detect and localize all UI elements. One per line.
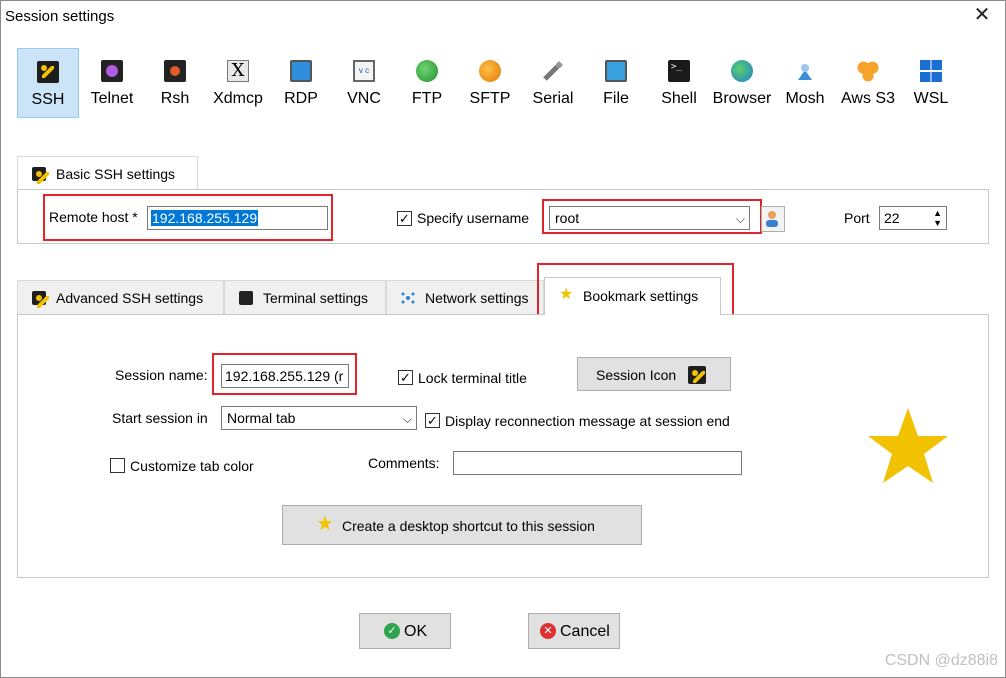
- star-icon: [868, 408, 948, 483]
- tab-terminal[interactable]: Terminal settings: [224, 280, 386, 314]
- lock-title-label: Lock terminal title: [418, 370, 527, 386]
- wsl-icon: [920, 60, 942, 82]
- protocol-ssh[interactable]: SSH: [17, 48, 79, 118]
- port-value: 22: [884, 210, 900, 226]
- protocol-telnet[interactable]: Telnet: [81, 48, 143, 118]
- user-manager-button[interactable]: [761, 206, 785, 232]
- protocol-shell[interactable]: >_ Shell: [648, 48, 710, 118]
- user-icon: [766, 211, 778, 227]
- start-session-label: Start session in: [112, 410, 208, 426]
- specify-username-label: Specify username: [417, 210, 530, 226]
- protocol-aws-s3[interactable]: Aws S3: [837, 48, 899, 118]
- protocol-mosh[interactable]: Mosh: [774, 48, 836, 118]
- browser-icon: [731, 60, 753, 82]
- title-bar: Session settings ✕: [0, 0, 1006, 34]
- highlight-box: [542, 199, 762, 234]
- mosh-icon: [794, 60, 816, 82]
- tab-join: [545, 313, 720, 316]
- session-icon-button[interactable]: Session Icon: [577, 357, 731, 391]
- create-shortcut-label: Create a desktop shortcut to this sessio…: [342, 518, 595, 534]
- check-icon: ✓: [384, 623, 400, 639]
- protocol-rdp[interactable]: RDP: [270, 48, 332, 118]
- spin-down-icon[interactable]: ▼: [933, 219, 942, 228]
- telnet-icon: [101, 60, 123, 82]
- protocol-label: SSH: [31, 91, 65, 108]
- protocol-sftp[interactable]: SFTP: [459, 48, 521, 118]
- tab-network[interactable]: Network settings: [386, 280, 544, 314]
- customize-tab-color-label: Customize tab color: [130, 458, 254, 474]
- comments-input[interactable]: [453, 451, 742, 475]
- aws-s3-icon: [857, 60, 879, 82]
- rdp-icon: [290, 60, 312, 82]
- protocol-vnc[interactable]: v c VNC: [333, 48, 395, 118]
- spin-up-icon[interactable]: ▲: [933, 209, 942, 218]
- protocol-browser[interactable]: Browser: [711, 48, 773, 118]
- session-name-label: Session name:: [115, 367, 208, 383]
- tab-label: Basic SSH settings: [56, 166, 176, 182]
- chevron-down-icon: ⌵: [402, 412, 412, 426]
- comments-label: Comments:: [368, 455, 440, 471]
- start-session-value: Normal tab: [227, 410, 296, 426]
- close-icon[interactable]: ✕: [970, 4, 994, 28]
- display-reconnect-label: Display reconnection message at session …: [445, 413, 730, 429]
- shell-icon: >_: [668, 60, 690, 82]
- protocol-label: WSL: [913, 90, 949, 107]
- session-icon-label: Session Icon: [596, 367, 677, 383]
- tab-label: Network settings: [425, 290, 529, 306]
- watermark: CSDN @dz88i8: [884, 652, 998, 669]
- cancel-button[interactable]: ✕ Cancel: [528, 613, 620, 649]
- terminal-icon: [239, 291, 253, 305]
- rsh-icon: [164, 60, 186, 82]
- network-icon: [401, 291, 415, 305]
- protocol-file[interactable]: File: [585, 48, 647, 118]
- tab-label: Advanced SSH settings: [56, 290, 204, 306]
- file-icon: [605, 60, 627, 82]
- ok-button[interactable]: ✓ OK: [359, 613, 451, 649]
- tab-label: Terminal settings: [263, 290, 369, 306]
- protocol-serial[interactable]: Serial: [522, 48, 584, 118]
- port-label: Port: [844, 210, 870, 226]
- key-icon: [32, 291, 49, 308]
- xdmcp-icon: X: [227, 60, 249, 82]
- highlight-box: [43, 194, 333, 241]
- highlight-box: [212, 353, 357, 395]
- display-reconnect-checkbox[interactable]: ✓: [425, 413, 440, 428]
- protocol-wsl[interactable]: WSL: [900, 48, 962, 118]
- ftp-icon: [416, 60, 438, 82]
- key-icon: [688, 366, 706, 384]
- sftp-icon: [479, 60, 501, 82]
- customize-tab-color-checkbox[interactable]: [110, 458, 125, 473]
- cancel-label: Cancel: [560, 623, 610, 640]
- protocol-rsh[interactable]: Rsh: [144, 48, 206, 118]
- tab-basic-ssh[interactable]: Basic SSH settings: [17, 156, 198, 190]
- lock-title-checkbox[interactable]: ✓: [398, 370, 413, 385]
- tab-advanced-ssh[interactable]: Advanced SSH settings: [17, 280, 224, 314]
- specify-username-checkbox[interactable]: ✓: [397, 211, 412, 226]
- vnc-icon: v c: [353, 60, 375, 82]
- start-session-combo[interactable]: Normal tab ⌵: [221, 406, 417, 430]
- cancel-icon: ✕: [540, 623, 556, 639]
- key-icon: [32, 167, 49, 184]
- serial-icon: [542, 60, 564, 82]
- window-title: Session settings: [5, 8, 115, 25]
- protocol-ftp[interactable]: FTP: [396, 48, 458, 118]
- protocol-xdmcp[interactable]: X Xdmcp: [207, 48, 269, 118]
- ssh-key-icon: [37, 61, 59, 83]
- ok-label: OK: [404, 623, 428, 640]
- port-spinner[interactable]: 22 ▲ ▼: [879, 206, 947, 230]
- star-icon: ★: [316, 513, 334, 535]
- create-shortcut-button[interactable]: ★ Create a desktop shortcut to this sess…: [282, 505, 642, 545]
